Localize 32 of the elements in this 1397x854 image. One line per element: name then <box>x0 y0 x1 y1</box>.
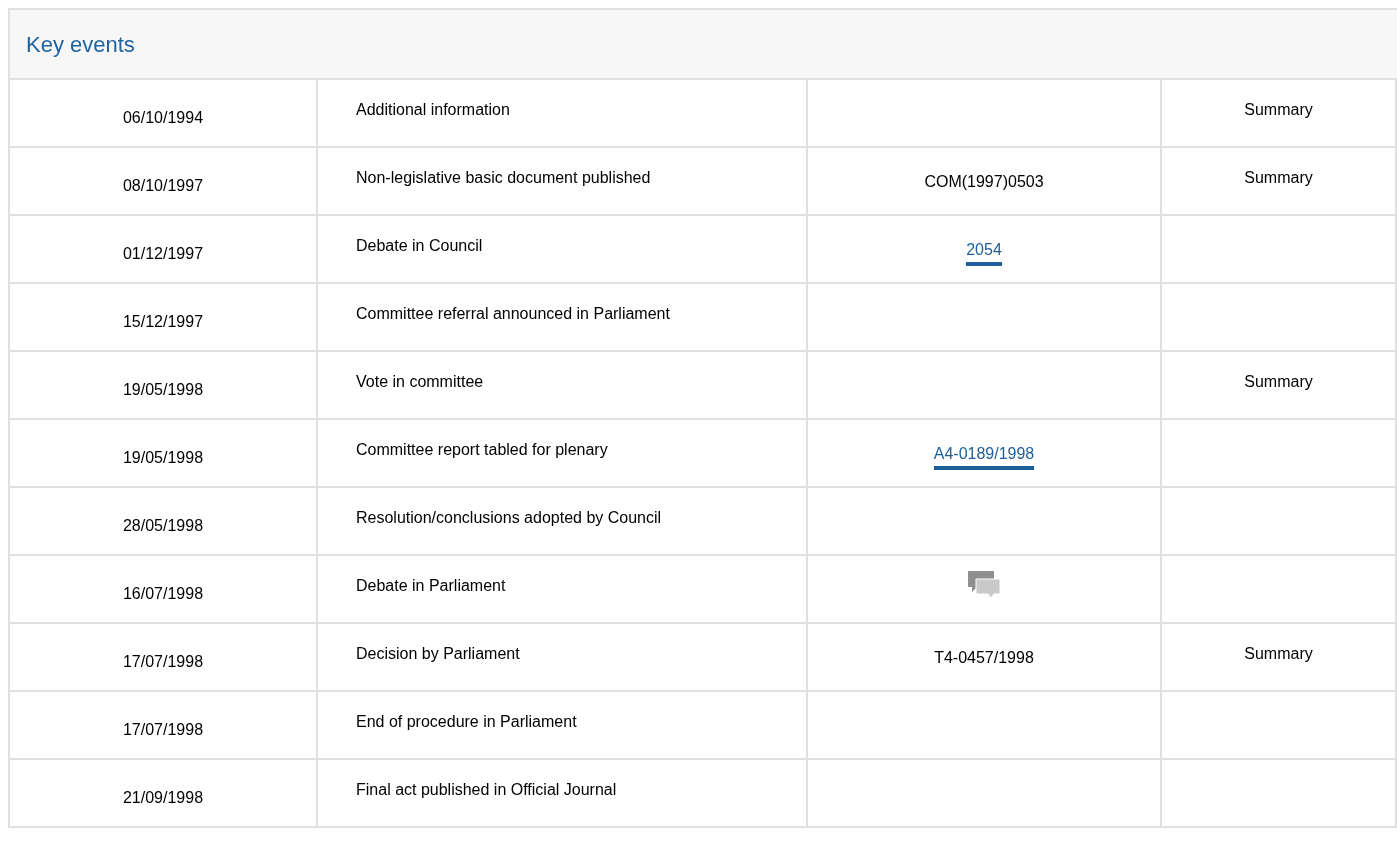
date-cell: 28/05/1998 <box>10 488 318 556</box>
event-cell: Non-legislative basic document published <box>318 148 808 216</box>
date-cell: 21/09/1998 <box>10 760 318 828</box>
event-cell: Final act published in Official Journal <box>318 760 808 828</box>
event-cell: Resolution/conclusions adopted by Council <box>318 488 808 556</box>
summary-cell: Summary <box>1162 80 1397 148</box>
panel-title: Key events <box>26 30 135 59</box>
date-cell: 15/12/1997 <box>10 284 318 352</box>
date-cell: 17/07/1998 <box>10 624 318 692</box>
event-cell: Additional information <box>318 80 808 148</box>
event-cell: Committee report tabled for plenary <box>318 420 808 488</box>
date-cell: 06/10/1994 <box>10 80 318 148</box>
document-reference: COM(1997)0503 <box>924 173 1044 190</box>
date-cell: 19/05/1998 <box>10 352 318 420</box>
event-cell: Vote in committee <box>318 352 808 420</box>
date-cell: 16/07/1998 <box>10 556 318 624</box>
chat-bubbles-icon[interactable] <box>967 570 1001 600</box>
event-cell: Decision by Parliament <box>318 624 808 692</box>
event-cell: Committee referral announced in Parliament <box>318 284 808 352</box>
event-cell: End of procedure in Parliament <box>318 692 808 760</box>
event-cell: Debate in Parliament <box>318 556 808 624</box>
document-reference: T4-0457/1998 <box>934 649 1034 666</box>
date-cell: 19/05/1998 <box>10 420 318 488</box>
document-link[interactable]: 2054 <box>966 240 1002 266</box>
date-cell: 17/07/1998 <box>10 692 318 760</box>
summary-cell: Summary <box>1162 624 1397 692</box>
date-cell: 08/10/1997 <box>10 148 318 216</box>
date-cell: 01/12/1997 <box>10 216 318 284</box>
event-cell: Debate in Council <box>318 216 808 284</box>
summary-cell: Summary <box>1162 148 1397 216</box>
summary-cell: Summary <box>1162 352 1397 420</box>
document-link[interactable]: A4-0189/1998 <box>933 444 1035 470</box>
